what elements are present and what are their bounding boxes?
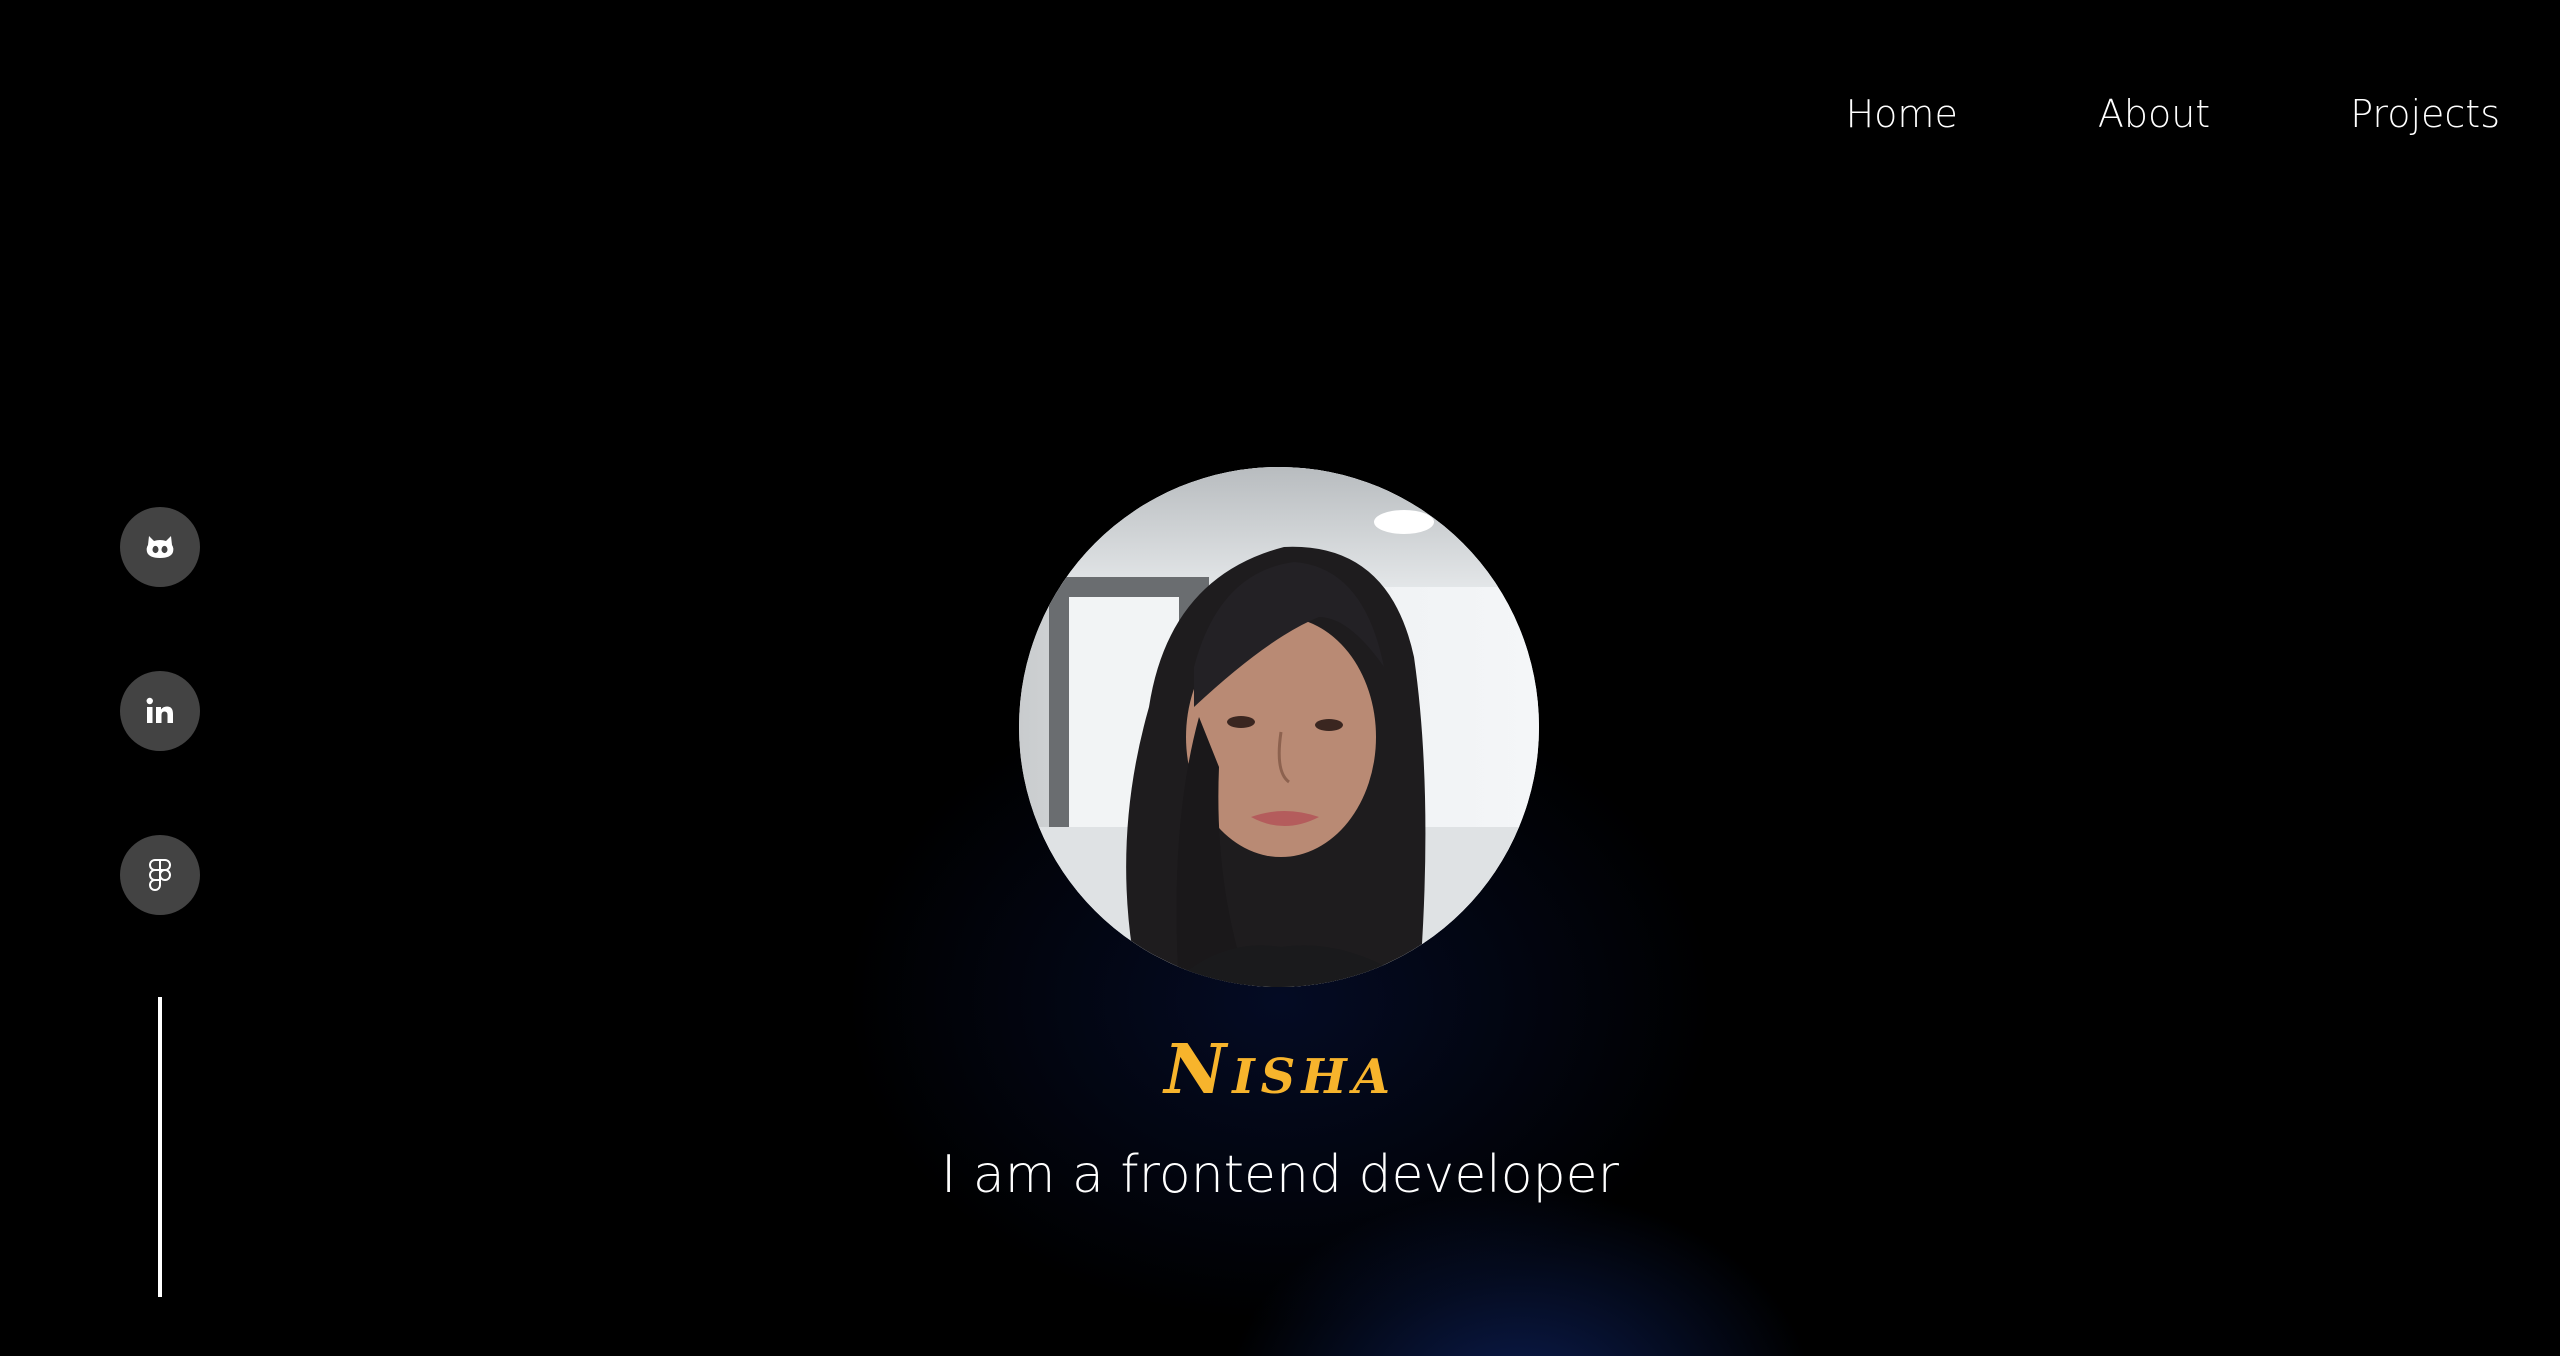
github-button[interactable] (120, 507, 200, 587)
hero-tagline: I am a frontend developer (941, 1145, 1619, 1205)
github-icon (145, 534, 175, 560)
avatar (1019, 467, 1539, 987)
figma-icon (149, 859, 171, 891)
linkedin-icon (145, 696, 175, 726)
top-nav: Home About Projects (1846, 86, 2500, 142)
nav-link-projects[interactable]: Projects (2350, 86, 2500, 142)
page: Home About Projects Nisha I am a fronten… (0, 0, 2560, 1356)
social-sidebar (120, 507, 200, 1297)
nav-link-home[interactable]: Home (1846, 86, 1958, 142)
linkedin-button[interactable] (120, 671, 200, 751)
nav-link-about[interactable]: About (2098, 86, 2210, 142)
figma-button[interactable] (120, 835, 200, 915)
hero-name: Nisha (1164, 1030, 1396, 1110)
